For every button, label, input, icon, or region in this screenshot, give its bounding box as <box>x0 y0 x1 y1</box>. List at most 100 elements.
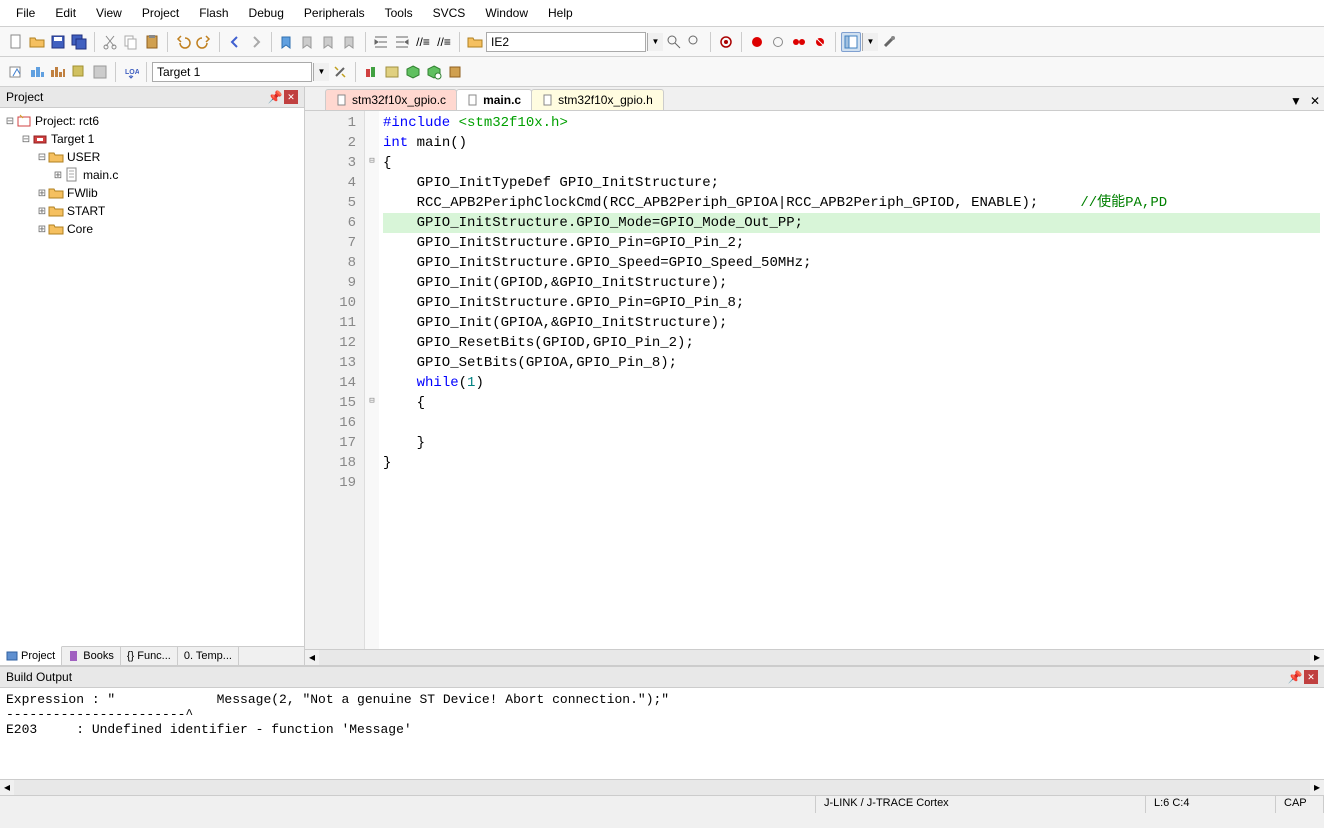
breakpoint-enable-icon[interactable] <box>768 32 788 52</box>
open-icon[interactable] <box>27 32 47 52</box>
menu-window[interactable]: Window <box>477 3 536 23</box>
expander-icon[interactable]: ⊟ <box>36 152 48 163</box>
indent-icon[interactable] <box>371 32 391 52</box>
tree-target[interactable]: ⊟ Target 1 <box>0 130 304 148</box>
file-ext-icon[interactable] <box>361 62 381 82</box>
tree-file-main[interactable]: ⊞ main.c <box>0 166 304 184</box>
target-select-text: Target 1 <box>157 65 200 79</box>
code-editor[interactable]: 12345678910111213141516171819 ⊟⊟ #includ… <box>305 111 1324 649</box>
breakpoint-disable-icon[interactable] <box>789 32 809 52</box>
tab-functions[interactable]: {} Func... <box>121 647 178 665</box>
menu-project[interactable]: Project <box>134 3 187 23</box>
build-icon[interactable] <box>27 62 47 82</box>
menu-tools[interactable]: Tools <box>377 3 421 23</box>
build-batch-icon[interactable] <box>69 62 89 82</box>
expander-icon[interactable]: ⊟ <box>4 116 16 127</box>
expander-icon[interactable]: ⊞ <box>36 188 48 199</box>
find-combo[interactable]: IE2 <box>486 32 646 52</box>
pin-icon[interactable]: 📌 <box>268 90 282 104</box>
build-output-panel: Build Output 📌 ✕ Expression : " Message(… <box>0 665 1324 795</box>
target-dropdown-icon[interactable]: ▼ <box>313 63 329 81</box>
editor-area: stm32f10x_gpio.c main.c stm32f10x_gpio.h… <box>305 87 1324 665</box>
expander-icon[interactable]: ⊞ <box>52 170 64 181</box>
incremental-find-icon[interactable] <box>685 32 705 52</box>
nav-forward-icon[interactable] <box>246 32 266 52</box>
select-pack-icon[interactable] <box>403 62 423 82</box>
tab-project[interactable]: Project <box>0 646 62 665</box>
redo-icon[interactable] <box>194 32 214 52</box>
build-output-text[interactable]: Expression : " Message(2, "Not a genuine… <box>0 688 1324 779</box>
menu-file[interactable]: File <box>8 3 43 23</box>
breakpoint-insert-icon[interactable] <box>747 32 767 52</box>
copy-icon[interactable] <box>121 32 141 52</box>
fold-column[interactable]: ⊟⊟ <box>365 111 379 649</box>
tree-root[interactable]: ⊟ Project: rct6 <box>0 112 304 130</box>
menu-debug[interactable]: Debug <box>241 3 292 23</box>
expander-icon[interactable]: ⊞ <box>36 224 48 235</box>
window-layout-icon[interactable] <box>841 32 861 52</box>
find-in-files-icon[interactable] <box>664 32 684 52</box>
target-icon <box>32 131 48 147</box>
expander-icon[interactable]: ⊞ <box>36 206 48 217</box>
nav-back-icon[interactable] <box>225 32 245 52</box>
breakpoint-kill-icon[interactable] <box>810 32 830 52</box>
editor-hscrollbar[interactable]: ◂ ▸ <box>305 649 1324 665</box>
comment-icon[interactable]: //≡ <box>413 32 433 52</box>
save-all-icon[interactable] <box>69 32 89 52</box>
pin-icon[interactable]: 📌 <box>1288 670 1302 684</box>
find-dropdown-icon[interactable]: ▼ <box>647 33 663 51</box>
target-select[interactable]: Target 1 <box>152 62 312 82</box>
build-hscrollbar[interactable]: ◂▸ <box>0 779 1324 795</box>
tab-dropdown-icon[interactable]: ▼ <box>1286 92 1306 110</box>
bookmark-prev-icon[interactable] <box>298 32 318 52</box>
bookmark-next-icon[interactable] <box>319 32 339 52</box>
paste-icon[interactable] <box>142 32 162 52</box>
configure-icon[interactable] <box>879 32 899 52</box>
outdent-icon[interactable] <box>392 32 412 52</box>
bookmark-clear-icon[interactable] <box>340 32 360 52</box>
code-content[interactable]: #include <stm32f10x.h>int main(){ GPIO_I… <box>379 111 1324 649</box>
tab-books[interactable]: Books <box>62 647 121 665</box>
download-icon[interactable]: LOAD <box>121 62 141 82</box>
layout-dropdown-icon[interactable]: ▼ <box>862 33 878 51</box>
tab-label: 0. Temp... <box>184 650 232 662</box>
tab-close-icon[interactable]: ✕ <box>1306 92 1324 110</box>
options-icon[interactable] <box>330 62 350 82</box>
tree-folder-user[interactable]: ⊟ USER <box>0 148 304 166</box>
tab-gpio-c[interactable]: stm32f10x_gpio.c <box>325 89 457 110</box>
menu-view[interactable]: View <box>88 3 130 23</box>
debug-icon[interactable] <box>716 32 736 52</box>
build-title-label: Build Output <box>6 670 72 684</box>
tree-folder-start[interactable]: ⊞ START <box>0 202 304 220</box>
pack-installer-icon[interactable] <box>424 62 444 82</box>
uncomment-icon[interactable]: //≡ <box>434 32 454 52</box>
tab-main-c[interactable]: main.c <box>456 89 532 110</box>
save-icon[interactable] <box>48 32 68 52</box>
project-panel-label: Project <box>6 90 43 104</box>
close-icon[interactable]: ✕ <box>284 90 298 104</box>
tree-folder-fwlib[interactable]: ⊞ FWlib <box>0 184 304 202</box>
project-tree[interactable]: ⊟ Project: rct6 ⊟ Target 1 ⊟ USER ⊞ mai <box>0 108 304 646</box>
tree-target-label: Target 1 <box>51 132 94 146</box>
manage-rte-icon[interactable] <box>382 62 402 82</box>
expander-icon[interactable]: ⊟ <box>20 134 32 145</box>
stop-build-icon[interactable] <box>90 62 110 82</box>
bookmark-icon[interactable] <box>277 32 297 52</box>
undo-icon[interactable] <box>173 32 193 52</box>
tree-folder-core[interactable]: ⊞ Core <box>0 220 304 238</box>
rebuild-icon[interactable] <box>48 62 68 82</box>
cut-icon[interactable] <box>100 32 120 52</box>
tab-gpio-h[interactable]: stm32f10x_gpio.h <box>531 89 664 110</box>
menu-flash[interactable]: Flash <box>191 3 236 23</box>
tab-templates[interactable]: 0. Temp... <box>178 647 239 665</box>
close-icon[interactable]: ✕ <box>1304 670 1318 684</box>
translate-icon[interactable] <box>6 62 26 82</box>
new-file-icon[interactable] <box>6 32 26 52</box>
menu-svcs[interactable]: SVCS <box>425 3 474 23</box>
menu-peripherals[interactable]: Peripherals <box>296 3 373 23</box>
books-icon[interactable] <box>445 62 465 82</box>
menu-edit[interactable]: Edit <box>47 3 84 23</box>
menu-help[interactable]: Help <box>540 3 581 23</box>
find-text: IE2 <box>491 35 509 49</box>
find-icon[interactable] <box>465 32 485 52</box>
